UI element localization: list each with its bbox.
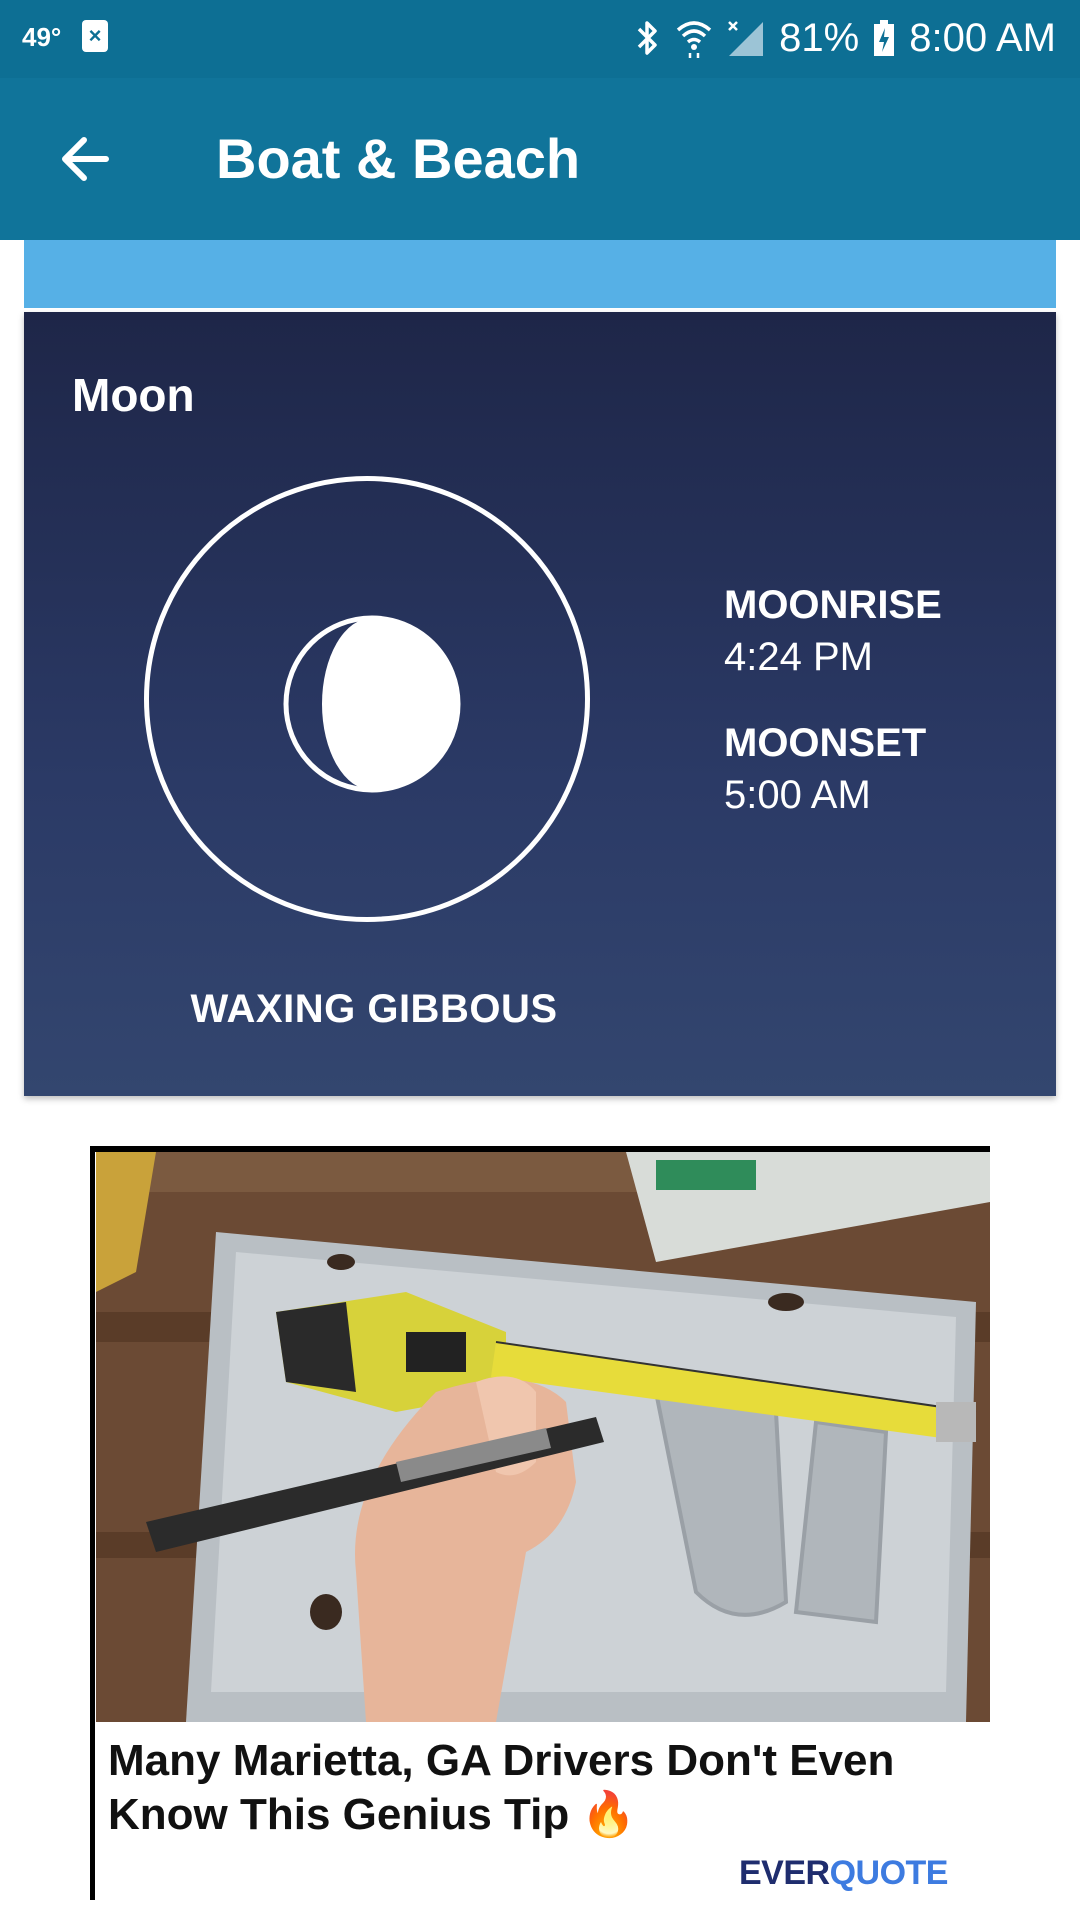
moon-card-title: Moon [72,369,195,421]
advertisement[interactable]: Many Marietta, GA Drivers Don't Even Kno… [90,1146,990,1900]
clock: 8:00 AM [909,15,1056,60]
battery-percentage: 81% [779,15,860,60]
moon-times: MOONRISE 4:24 PM MOONSET 5:00 AM [724,580,942,856]
waxing-gibbous-moon-icon [283,615,461,793]
battery-charging-icon [874,20,895,56]
bluetooth-icon [637,21,657,55]
ad-image[interactable] [96,1152,990,1722]
ad-brand-logo[interactable]: EVERQUOTE [739,1854,949,1893]
app-bar: Boat & Beach [0,78,1080,240]
temperature-indicator: 49° [22,22,62,52]
back-button[interactable] [52,126,118,192]
status-icons: 81% 8:00 AM [635,14,1056,62]
status-bar: 49° × 81% 8:00 AM [0,0,1080,78]
moon-phase-label: WAXING GIBBOUS [190,987,558,1031]
moonrise-label: MOONRISE [724,583,942,627]
previous-card-strip [24,240,1056,308]
moonrise-time: 4:24 PM [724,635,873,679]
moonset-label: MOONSET [724,721,927,765]
ad-headline[interactable]: Many Marietta, GA Drivers Don't Even Kno… [108,1734,968,1842]
back-arrow-icon [62,137,109,181]
moon-card: Moon WAXING GIBBOUS MOONRISE 4:24 PM MOO… [24,312,1056,1096]
ad-brand-part2: QUOTE [829,1854,949,1892]
ad-left-border [90,1146,95,1900]
ad-brand-part1: EVER [739,1854,830,1892]
no-signal-icon [728,21,764,56]
notification-x-icon: × [82,20,108,52]
moonset-time: 5:00 AM [724,773,871,817]
wifi-icon [677,21,712,58]
page-title: Boat & Beach [216,127,581,190]
